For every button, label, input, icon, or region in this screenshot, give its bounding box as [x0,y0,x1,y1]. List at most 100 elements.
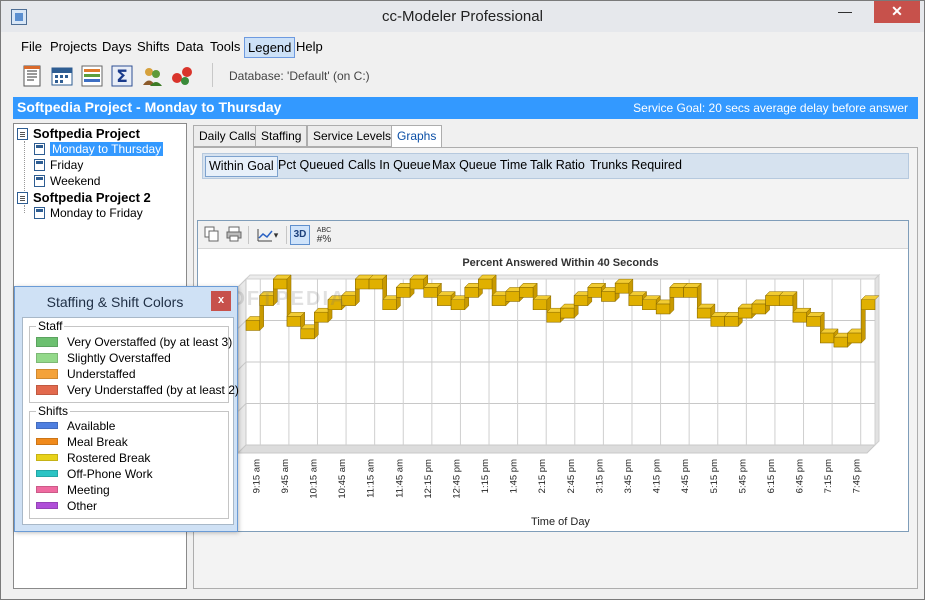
x-tick-label: 3:15 pm [594,459,605,493]
document-icon [17,128,28,140]
database-label: Database: 'Default' (on C:) [229,69,370,83]
tab-graphs[interactable]: Graphs [391,125,443,149]
tree-day[interactable]: Friday [34,158,83,174]
menu-tools[interactable]: Tools [207,37,243,58]
x-tick-label: 4:15 pm [652,459,663,493]
transfer-icon[interactable] [169,63,195,89]
chart-step-segment [437,295,452,306]
subtab-talk-ratio[interactable]: Talk Ratio [527,156,588,177]
abc-labels-icon[interactable]: ABC #% [314,225,334,245]
chart-step-segment [355,278,370,290]
legend-close-button[interactable]: x [211,291,231,311]
tab-service-levels[interactable]: Service Levels [307,125,398,147]
staff-legend-item: Understaffed [36,367,136,383]
chart-step-segment [573,295,589,306]
tree-day[interactable]: Monday to Friday [34,206,143,222]
menu-help[interactable]: Help [293,37,326,58]
x-tick-label: 11:45 am [394,459,405,498]
tree-day[interactable]: Monday to Thursday [34,142,164,158]
staff-color-swatch [36,337,58,347]
main-tabs: Daily Calls Staffing Service Levels Grap… [193,125,918,149]
x-tick-label: 7:45 pm [852,459,863,493]
people-icon[interactable] [139,63,165,89]
copy-icon[interactable] [202,225,222,245]
main-toolbar: Σ Database: 'Default' (on C:) [13,61,918,91]
notepad-icon[interactable] [19,63,45,89]
staff-legend-label: Very Understaffed (by at least 2) [67,383,239,397]
chart-step-segment [478,278,493,290]
title-bar[interactable]: cc-Modeler Professional — ✕ [1,1,924,32]
shift-legend-label: Other [67,499,98,513]
tree-day-label: Friday [50,158,84,172]
subtab-max-queue-time[interactable]: Max Queue Time [429,156,530,177]
tree-project-label: Softpedia Project [33,126,140,141]
menu-shifts[interactable]: Shifts [134,37,173,58]
chart-type-caret: ▾ [273,230,279,240]
staff-legend-label: Understaffed [67,367,136,381]
legend-body: Staff Very Overstaffed (by at least 3) Sl… [22,317,239,525]
x-tick-label: 4:45 pm [680,459,691,493]
chart-step-segment [820,332,835,344]
menu-file[interactable]: File [18,37,45,58]
print-icon[interactable] [224,225,244,245]
calendar-icon[interactable] [49,63,75,89]
menu-days[interactable]: Days [99,37,135,58]
chart-step-segment [765,295,780,306]
chart-type-icon[interactable]: ▾ [252,225,282,245]
tab-staffing[interactable]: Staffing [255,125,308,147]
abc-label-text: ABC [316,227,332,234]
shifts-group-label: Shifts [36,404,71,418]
chart-step-segment [669,286,684,298]
staff-color-swatch [36,369,58,379]
tree-project[interactable]: Softpedia Project 2 [17,190,151,206]
shift-legend-label: Meal Break [67,435,128,449]
tree-day[interactable]: Weekend [34,174,100,190]
shifts-group: Shifts Available Meal Break Rostered Break… [29,404,229,519]
x-tick-label: 1:45 pm [509,459,520,493]
shift-color-swatch [36,486,58,493]
close-button[interactable]: ✕ [874,1,920,23]
subtab-calls-in-queue[interactable]: Calls In Queue [345,156,434,177]
tree-connector [24,205,25,213]
window-title: cc-Modeler Professional [382,8,543,25]
subtab-within-goal[interactable]: Within Goal [205,156,278,177]
menu-legend[interactable]: Legend [244,37,296,58]
chart-grid-icon[interactable] [79,63,105,89]
chart-step-segment [792,311,807,323]
tree-project-label: Softpedia Project 2 [33,190,151,205]
menu-bar: File Projects Days Shifts Data Tools Leg… [1,34,924,58]
chart-step-segment [601,291,616,302]
tree-day-label: Monday to Thursday [50,142,164,156]
project-header: Softpedia Project - Monday to Thursday S… [13,97,918,119]
x-tick-label: 10:45 am [337,459,348,499]
calendar-icon [34,143,45,155]
chart-step-segment [587,286,602,298]
tree-project[interactable]: Softpedia Project [17,126,140,142]
staff-legend-item: Slightly Overstaffed [36,351,171,367]
sigma-icon[interactable]: Σ [109,63,135,89]
chart-step-segment [464,286,479,298]
x-tick-label: 1:15 pm [480,459,491,493]
staff-group: Staff Very Overstaffed (by at least 3) Sl… [29,319,239,403]
x-tick-label: 9:45 am [280,459,291,493]
chart-step-segment [847,332,862,344]
menu-data[interactable]: Data [173,37,206,58]
subtab-pct-queued[interactable]: Pct Queued [275,156,347,177]
menu-projects[interactable]: Projects [47,37,100,58]
chart-step-segment [423,286,438,298]
chart-step-segment [286,316,301,327]
chart-step-segment [683,286,698,298]
chart-step-segment [778,295,794,306]
minimize-button[interactable]: — [831,1,859,23]
svg-text:Σ: Σ [116,67,128,87]
calendar-icon [34,207,45,219]
x-tick-label: 10:15 am [308,459,319,499]
shift-legend-label: Available [67,419,116,433]
chart-top-edge [244,274,881,280]
shift-legend-item: Meeting [36,483,110,499]
tree-day-label: Weekend [50,174,101,188]
tab-daily-calls[interactable]: Daily Calls [193,125,262,147]
subtab-trunks-required[interactable]: Trunks Required [587,156,685,177]
x-tick-label: 6:45 pm [795,459,806,493]
3d-toggle-icon[interactable]: 3D [290,225,310,245]
